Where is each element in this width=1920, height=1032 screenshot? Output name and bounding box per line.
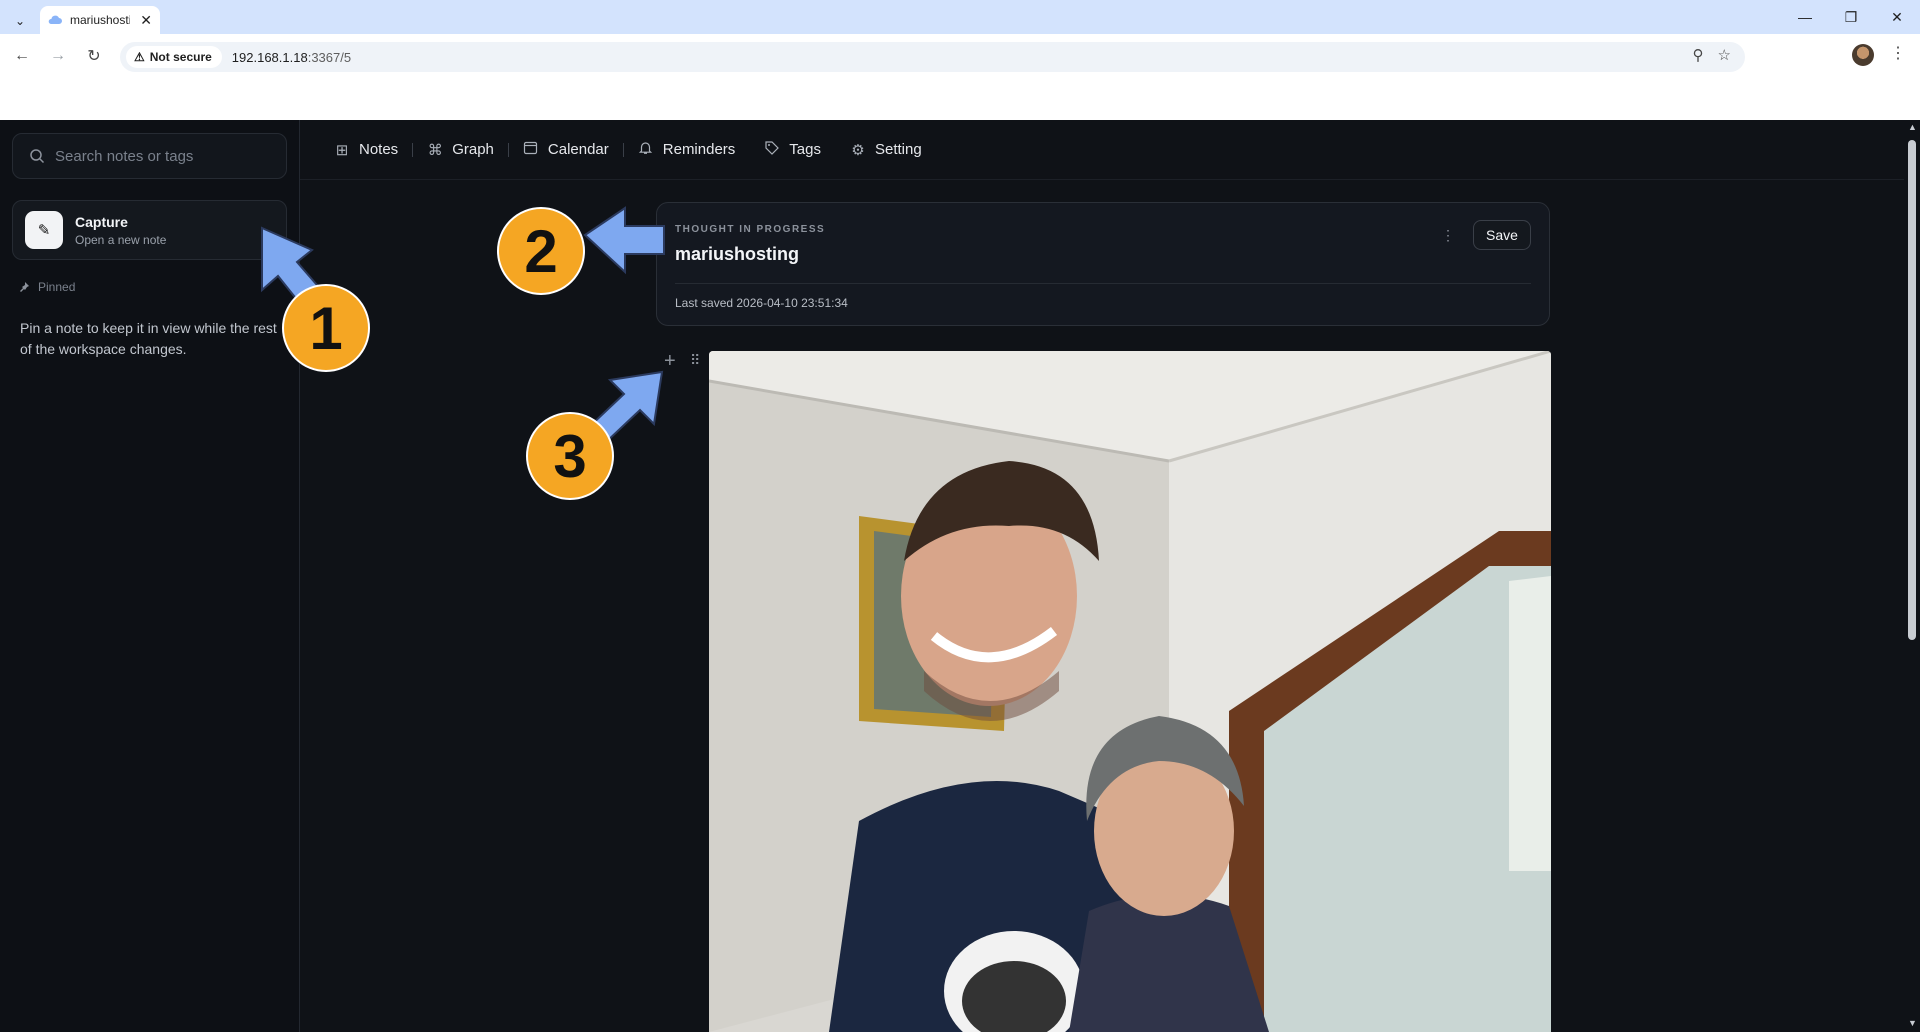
annotation-arrow-2 <box>583 206 665 275</box>
annotation-arrows <box>261 206 665 446</box>
annotation-badge-2: 2 <box>497 207 585 295</box>
annotation-badge-3: 3 <box>526 412 614 500</box>
annotation-badge-1: 1 <box>282 284 370 372</box>
